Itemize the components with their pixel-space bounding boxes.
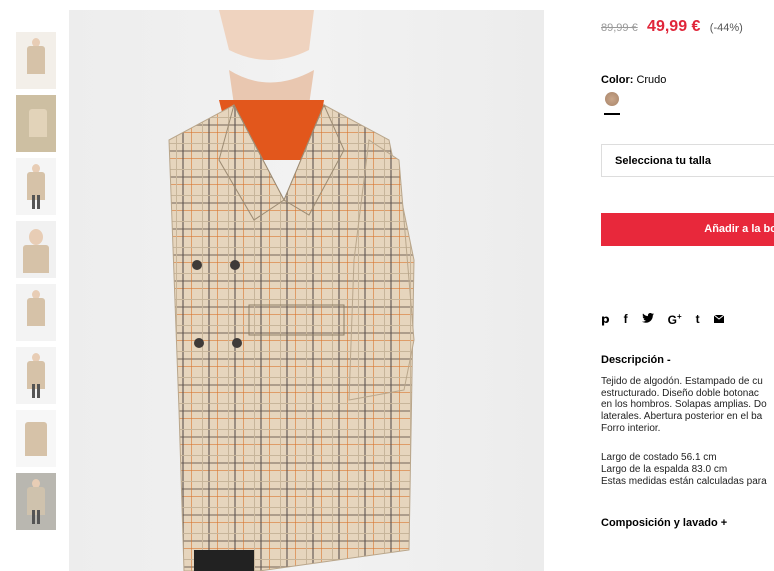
description-line: estructurado. Diseño doble botonac: [601, 387, 759, 399]
thumbnail-4[interactable]: [16, 221, 56, 278]
discount-badge: (-44%): [709, 22, 743, 34]
google-plus-icon[interactable]: G+: [668, 312, 682, 327]
facebook-icon[interactable]: f: [624, 312, 628, 327]
thumbnail-1[interactable]: [16, 32, 56, 89]
thumbnail-5[interactable]: [16, 284, 56, 341]
thumbnail-7[interactable]: [16, 410, 56, 467]
size-select[interactable]: Selecciona tu talla: [601, 144, 774, 177]
tumblr-icon[interactable]: t: [696, 312, 700, 327]
color-label-title: Color:: [601, 74, 634, 86]
thumbnail-list: [16, 32, 56, 536]
color-label: Color: Crudo: [601, 74, 666, 86]
measure-line: Largo de costado 56.1 cm: [601, 452, 717, 463]
pinterest-icon[interactable]: 𝗽: [601, 312, 610, 327]
product-photo: [168, 10, 415, 571]
selected-swatch-indicator: [604, 113, 620, 115]
thumbnail-2[interactable]: [16, 95, 56, 152]
color-swatch-crudo[interactable]: [605, 92, 619, 106]
twitter-icon[interactable]: [641, 312, 654, 327]
thumbnail-8[interactable]: [16, 473, 56, 530]
description-line: Tejido de algodón. Estampado de cu: [601, 376, 763, 387]
measure-line: Largo de la espalda 83.0 cm: [601, 464, 728, 475]
description-line: Forro interior.: [601, 422, 661, 434]
color-value: Crudo: [636, 74, 667, 86]
measure-line: Estas medidas están calculadas para: [601, 476, 767, 487]
main-product-image[interactable]: [69, 10, 544, 571]
share-icons: 𝗽 f G+ t: [601, 312, 724, 327]
thumbnail-3[interactable]: [16, 158, 56, 215]
email-icon[interactable]: [713, 312, 724, 327]
description-title[interactable]: Descripción -: [601, 354, 671, 366]
composition-toggle[interactable]: Composición y lavado +: [601, 517, 727, 529]
price-row: 89,99 € 49,99 € (-44%): [601, 18, 743, 36]
description-text: Tejido de algodón. Estampado de cu estru…: [601, 376, 774, 435]
add-to-bag-button[interactable]: Añadir a la bo: [601, 213, 774, 246]
description-line: laterales. Abertura posterior en el ba: [601, 411, 763, 423]
sale-price: 49,99 €: [647, 18, 701, 35]
measurements: Largo de costado 56.1 cm Largo de la esp…: [601, 452, 774, 488]
thumbnail-6[interactable]: [16, 347, 56, 404]
old-price: 89,99 €: [601, 22, 638, 34]
description-line: en los hombros. Solapas amplias. Do: [601, 399, 767, 411]
